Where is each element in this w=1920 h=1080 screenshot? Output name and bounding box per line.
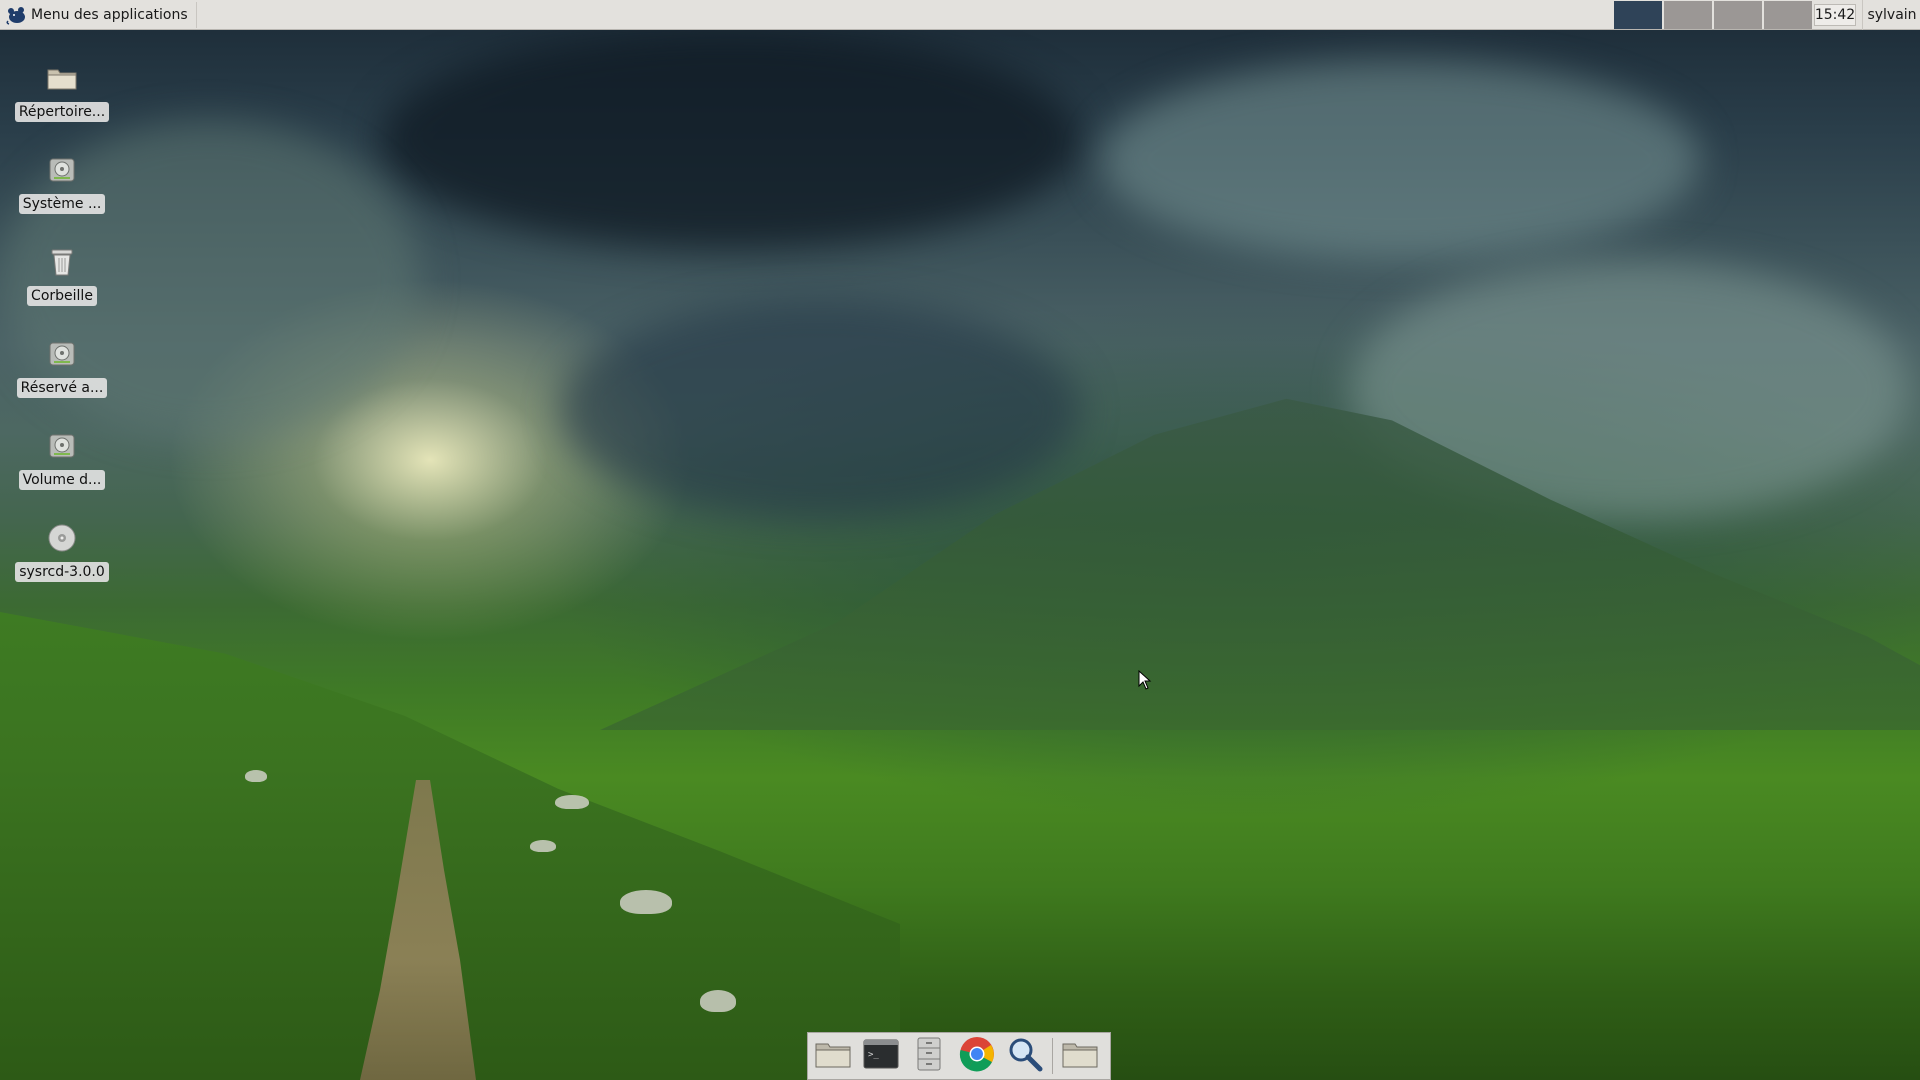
user-menu-button[interactable]: sylvain [1862, 0, 1920, 30]
wallpaper-rock [620, 890, 672, 914]
wallpaper-rock [245, 770, 267, 782]
wallpaper-cloud [1100, 60, 1700, 260]
trash-icon [42, 242, 82, 282]
desktop-icon-trash[interactable]: Corbeille [12, 242, 112, 306]
top-panel: Menu des applications 15:42 sylvain [0, 0, 1920, 30]
wallpaper-rock [700, 990, 736, 1012]
bottom-dock: >_ [807, 1032, 1111, 1080]
desktop-icon-label: Réservé a... [16, 378, 108, 398]
wallpaper-rock [530, 840, 556, 852]
wallpaper-rock [555, 795, 589, 809]
desktop-wallpaper[interactable] [0, 0, 1920, 1080]
applications-menu-label: Menu des applications [31, 7, 188, 23]
clock[interactable]: 15:42 [1814, 4, 1856, 26]
dock-launcher-terminal[interactable]: >_ [860, 1035, 902, 1077]
svg-text:>_: >_ [868, 1050, 879, 1060]
mouse-cursor-icon [1138, 669, 1152, 690]
dock-launcher-chrome[interactable] [956, 1035, 998, 1077]
drive-icon [42, 426, 82, 466]
dock-separator [1052, 1038, 1053, 1074]
desktop-icon-reserved-drive[interactable]: Réservé a... [12, 334, 112, 398]
workspace-3[interactable] [1714, 1, 1762, 29]
desktop-icon-volume-drive[interactable]: Volume d... [12, 426, 112, 490]
desktop-icon-label: sysrcd-3.0.0 [15, 562, 109, 582]
workspace-2[interactable] [1664, 1, 1712, 29]
workspace-1[interactable] [1614, 1, 1662, 29]
folder-icon [1062, 1040, 1098, 1072]
wallpaper-cloud [380, 30, 1080, 250]
dock-launcher-file-cabinet[interactable] [908, 1035, 950, 1077]
drive-icon [42, 150, 82, 190]
desktop-icon-home-folder[interactable]: Répertoire... [12, 58, 112, 122]
desktop-icon-label: Système ... [18, 194, 106, 214]
dock-launcher-file-manager[interactable] [812, 1035, 854, 1077]
applications-menu-button[interactable]: Menu des applications [2, 2, 197, 28]
chrome-icon [959, 1036, 995, 1076]
desktop-icon-cdrom[interactable]: sysrcd-3.0.0 [12, 518, 112, 582]
dock-launcher-folder[interactable] [1059, 1035, 1101, 1077]
desktop-icon-label: Volume d... [18, 470, 106, 490]
folder-icon [815, 1040, 851, 1072]
desktop-icon-label: Corbeille [27, 286, 97, 306]
dock-launcher-search[interactable] [1004, 1035, 1046, 1077]
search-icon [1007, 1036, 1043, 1076]
wallpaper-cloud [560, 300, 1080, 520]
file-cabinet-icon [916, 1037, 942, 1075]
workspace-switcher [1614, 1, 1812, 29]
folder-icon [42, 58, 82, 98]
cdrom-icon [42, 518, 82, 558]
drive-icon [42, 334, 82, 374]
terminal-icon: >_ [863, 1039, 899, 1073]
workspace-4[interactable] [1764, 1, 1812, 29]
desktop-icon-system-drive[interactable]: Système ... [12, 150, 112, 214]
xfce-mouse-icon [6, 5, 28, 25]
desktop-icon-label: Répertoire... [14, 102, 110, 122]
